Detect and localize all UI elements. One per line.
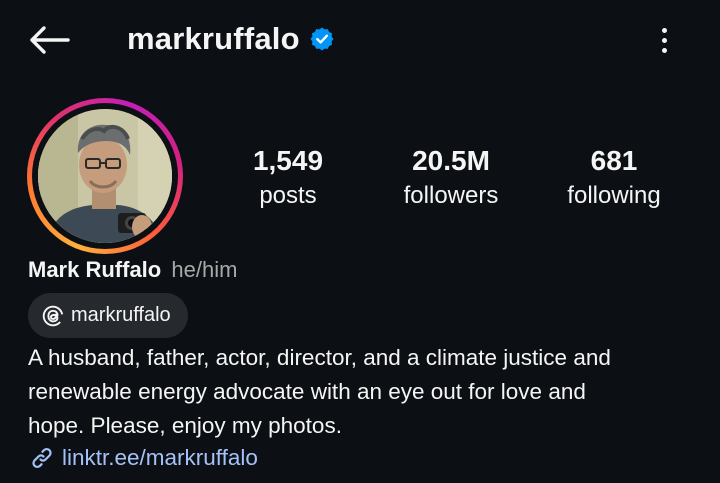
threads-handle: markruffalo <box>71 304 171 326</box>
back-button[interactable] <box>26 22 72 58</box>
followers-count[interactable]: 20.5M followers <box>385 142 517 212</box>
followers-value: 20.5M <box>412 145 490 176</box>
posts-count[interactable]: 1,549 posts <box>238 142 338 212</box>
following-value: 681 <box>590 145 638 176</box>
profile-name-line: Mark Ruffalo he/him <box>28 256 237 284</box>
posts-label: posts <box>259 182 317 209</box>
threads-icon <box>42 305 64 327</box>
full-name: Mark Ruffalo <box>28 257 162 282</box>
username-title: markruffalo <box>127 21 300 56</box>
more-options-button[interactable] <box>650 22 678 58</box>
bio-line: hope. Please, enjoy my photos. <box>28 413 342 438</box>
following-count[interactable]: 681 following <box>552 142 676 212</box>
bio: A husband, father, actor, director, and … <box>28 341 698 443</box>
bio-line: A husband, father, actor, director, and … <box>28 345 611 370</box>
verified-badge-icon <box>309 26 335 52</box>
threads-badge-button[interactable]: markruffalo <box>28 293 188 338</box>
profile-screen: markruffalo 1,549 posts 20.5M followers … <box>0 0 720 483</box>
link-icon <box>28 444 56 472</box>
bio-line: renewable energy advocate with an eye ou… <box>28 379 586 404</box>
story-ring[interactable] <box>27 98 183 254</box>
posts-value: 1,549 <box>252 145 324 176</box>
profile-photo <box>38 109 172 243</box>
more-vertical-icon <box>661 27 667 33</box>
header-title: markruffalo <box>127 18 335 60</box>
following-label: following <box>567 182 661 209</box>
link-url[interactable]: linktr.ee/markruffalo <box>62 445 258 471</box>
arrow-left-icon <box>30 26 70 54</box>
bio-link[interactable]: linktr.ee/markruffalo <box>28 444 258 472</box>
pronouns: he/him <box>171 257 238 282</box>
avatar <box>38 109 172 243</box>
followers-label: followers <box>403 182 499 209</box>
